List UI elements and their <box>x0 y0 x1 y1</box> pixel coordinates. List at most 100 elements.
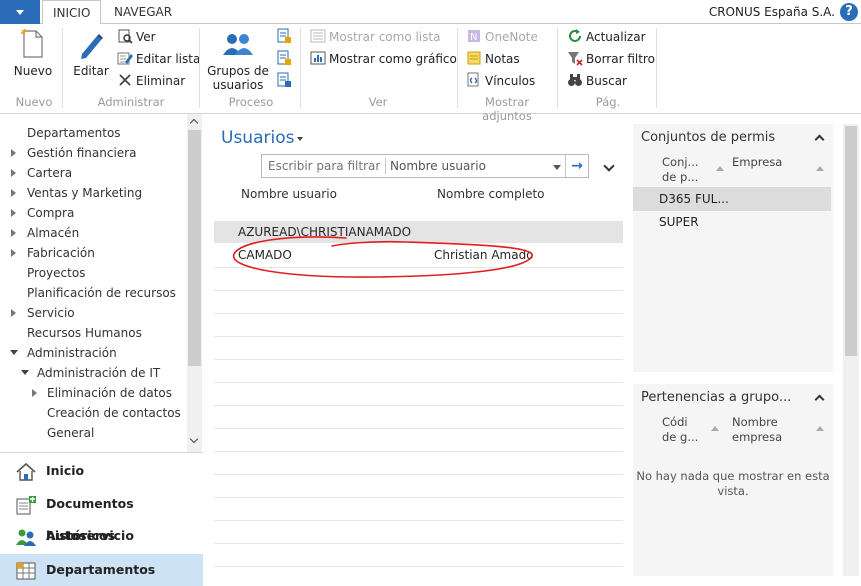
nav-area-departamentos[interactable]: Departamentos <box>0 554 203 586</box>
ribbon-tab-bar: INICIO NAVEGAR CRONUS España S.A. ? <box>0 0 861 25</box>
nav-area-inicio[interactable]: Inicio <box>0 455 203 487</box>
actualizar-button[interactable]: Actualizar <box>567 28 646 46</box>
expand-arrow-icon[interactable] <box>11 169 16 177</box>
grupos-usuarios-button[interactable]: Grupos de usuarios <box>206 30 270 92</box>
expand-arrow-icon[interactable] <box>11 309 16 317</box>
collapse-factbox-icon[interactable] <box>814 134 825 145</box>
ribbon-separator <box>300 28 301 108</box>
scroll-down-icon[interactable] <box>189 434 199 444</box>
nav-item-eliminacion-datos[interactable]: Eliminación de datos <box>47 383 172 403</box>
factbox-column-header[interactable]: Nombre empresa <box>732 415 782 445</box>
help-icon[interactable]: ? <box>840 3 858 21</box>
ribbon-separator <box>457 28 458 108</box>
sort-icon[interactable] <box>716 166 724 171</box>
nav-item-almacen[interactable]: Almacén <box>27 223 79 243</box>
grid-line <box>214 428 623 429</box>
title-dropdown-icon[interactable] <box>297 137 303 141</box>
nav-item-departamentos[interactable]: Departamentos <box>27 123 121 143</box>
factbox-column-header[interactable]: Conj... de p... <box>662 155 699 185</box>
filter-bar: Nombre usuario → <box>261 154 589 178</box>
collapse-factbox-icon[interactable] <box>814 394 825 405</box>
house-icon <box>16 462 36 481</box>
notas-button[interactable]: Notas <box>466 50 520 68</box>
chart-view-icon <box>310 51 326 65</box>
nav-item-recursos-humanos[interactable]: Recursos Humanos <box>27 323 142 343</box>
group-label-proceso: Proceso <box>228 95 274 109</box>
nav-scrollbar-thumb[interactable] <box>188 130 201 366</box>
sort-icon[interactable] <box>816 426 824 431</box>
nav-item-gestion-financiera[interactable]: Gestión financiera <box>27 143 136 163</box>
nav-item-general[interactable]: General <box>47 423 94 443</box>
binoculars-icon <box>568 74 582 86</box>
mostrar-grafico-button[interactable]: Mostrar como gráfico <box>310 50 457 68</box>
actualizar-label: Actualizar <box>586 30 646 44</box>
onenote-button[interactable]: N OneNote <box>466 28 538 46</box>
expand-arrow-icon[interactable] <box>32 389 37 397</box>
grid-line <box>214 405 623 406</box>
editar-button[interactable]: Editar <box>72 30 110 78</box>
ribbon-separator <box>656 28 657 108</box>
factbox-column-header[interactable]: Códi de g... <box>662 415 698 445</box>
filter-dropdown-icon[interactable] <box>553 165 561 170</box>
list-item[interactable]: SUPER <box>633 210 831 234</box>
filter-field-select[interactable]: Nombre usuario <box>390 155 486 177</box>
factbox-column-header[interactable]: Empresa <box>732 155 782 170</box>
expand-arrow-icon[interactable] <box>11 189 16 197</box>
expand-arrow-icon[interactable] <box>11 149 16 157</box>
page-title[interactable]: Usuarios <box>221 128 294 148</box>
scroll-up-icon[interactable] <box>189 118 199 128</box>
grid-line <box>214 336 623 337</box>
nav-item-administracion[interactable]: Administración <box>27 343 117 363</box>
borrar-filtro-button[interactable]: Borrar filtro <box>567 50 655 68</box>
filter-apply-button[interactable]: → <box>565 155 588 177</box>
nav-item-proyectos[interactable]: Proyectos <box>27 263 85 283</box>
factbox-pertenencias-grupo: Pertenencias a grupo... Códi de g... Nom… <box>633 384 833 576</box>
collapse-arrow-icon[interactable] <box>10 350 18 355</box>
nav-item-servicio[interactable]: Servicio <box>27 303 75 323</box>
sort-icon[interactable] <box>816 166 824 171</box>
company-name[interactable]: CRONUS España S.A. <box>709 0 835 24</box>
factbox-conjuntos-permisos: Conjuntos de permis Conj... de p... Empr… <box>633 124 833 372</box>
tab-inicio[interactable]: INICIO <box>42 0 102 25</box>
column-header-nombre-usuario[interactable]: Nombre usuario <box>241 187 337 201</box>
grid-line <box>214 497 623 498</box>
column-header-nombre-completo[interactable]: Nombre completo <box>437 187 545 201</box>
nav-item-compra[interactable]: Compra <box>27 203 74 223</box>
expand-arrow-icon[interactable] <box>11 249 16 257</box>
nav-item-creacion-contactos[interactable]: Creación de contactos <box>47 403 181 423</box>
nav-item-administracion-it[interactable]: Administración de IT <box>37 363 160 383</box>
expand-arrow-icon[interactable] <box>11 229 16 237</box>
nav-area-autoservicio[interactable]: Autoservicio <box>0 520 203 552</box>
nav-item-fabricacion[interactable]: Fabricación <box>27 243 95 263</box>
eliminar-button[interactable]: Eliminar <box>117 72 185 90</box>
posted-documents-icon <box>16 496 36 515</box>
nuevo-button[interactable]: Nuevo <box>10 28 56 78</box>
ver-button[interactable]: Ver <box>117 28 156 46</box>
collapse-arrow-icon[interactable] <box>21 370 29 375</box>
list-item[interactable]: D365 FUL... <box>633 187 831 211</box>
col-label-2: empresa <box>732 430 783 444</box>
sort-icon[interactable] <box>711 426 719 431</box>
editar-lista-button[interactable]: Editar lista <box>117 50 200 68</box>
navigation-bottom-panel: Inicio Documentos históricos Autoservici… <box>0 452 203 586</box>
buscar-button[interactable]: Buscar <box>567 72 627 90</box>
application-menu-button[interactable] <box>0 0 40 24</box>
factbox-scrollbar-thumb[interactable] <box>845 126 857 356</box>
notes-icon <box>467 51 481 65</box>
tab-navegar[interactable]: NAVEGAR <box>104 0 182 24</box>
nav-item-cartera[interactable]: Cartera <box>27 163 72 183</box>
vinculos-button[interactable]: Vínculos <box>466 72 535 90</box>
grid-line <box>214 313 623 314</box>
grid-line <box>214 474 623 475</box>
permission-small-icon[interactable] <box>276 72 292 88</box>
filter-input[interactable] <box>268 158 380 174</box>
filter-divider <box>385 158 386 174</box>
permission-small-icon[interactable] <box>276 28 292 44</box>
nav-item-planificacion-recursos[interactable]: Planificación de recursos <box>27 283 176 303</box>
expand-arrow-icon[interactable] <box>11 209 16 217</box>
permission-small-icon[interactable] <box>276 50 292 66</box>
mostrar-lista-button[interactable]: Mostrar como lista <box>310 28 440 46</box>
nav-area-documentos-historicos[interactable]: Documentos históricos <box>0 488 203 543</box>
expand-filter-pane-icon[interactable] <box>603 160 615 172</box>
nav-item-ventas-marketing[interactable]: Ventas y Marketing <box>27 183 142 203</box>
